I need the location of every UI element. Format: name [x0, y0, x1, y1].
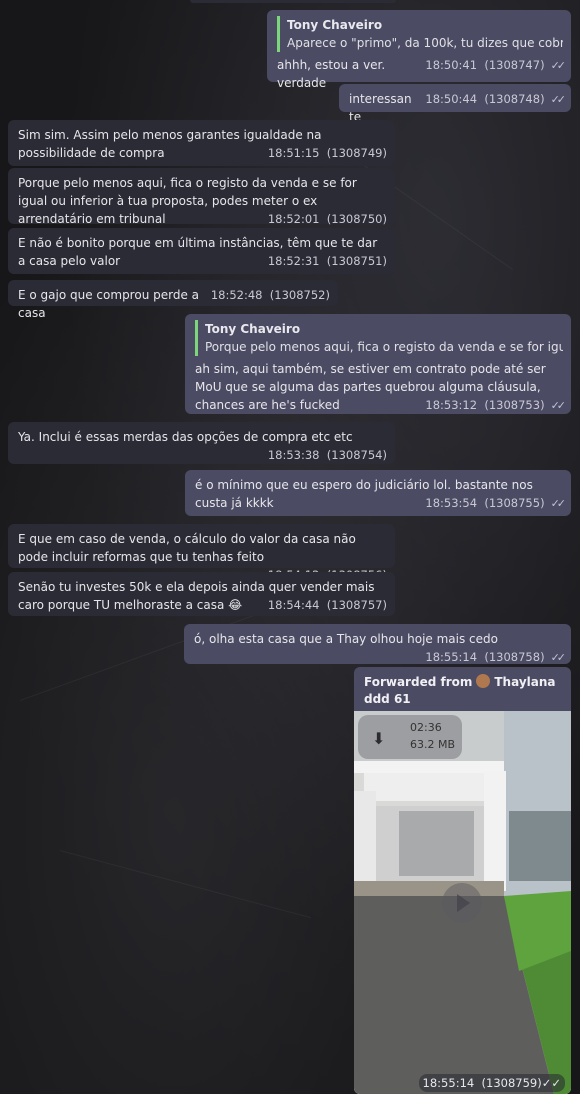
- message-id: (1308759): [481, 1076, 542, 1090]
- reply-quote[interactable]: Tony Chaveiro Aparece o "primo", da 100k…: [277, 16, 563, 52]
- read-receipt-icon: ✓✓: [550, 651, 567, 664]
- message-bubble[interactable]: é o mínimo que eu espero do judiciário l…: [185, 470, 571, 516]
- message-bubble[interactable]: Tony Chaveiro Aparece o "primo", da 100k…: [267, 10, 571, 90]
- message-bubble[interactable]: Porque pelo menos aqui, fica o registo d…: [8, 168, 395, 226]
- message-text: Ya. Inclui é essas merdas das opções de …: [18, 430, 353, 444]
- message-time: 18:52:48: [210, 288, 263, 302]
- message-meta: 18:54:44 (1308757): [268, 596, 387, 614]
- message-time: 18:52:01: [267, 212, 320, 226]
- previous-message-edge: [190, 0, 396, 3]
- read-receipt-icon: ✓✓: [550, 93, 567, 106]
- message-id: (1308757): [326, 598, 387, 612]
- play-icon[interactable]: [442, 883, 482, 923]
- message-time: 18:55:14: [422, 1076, 475, 1090]
- message-meta: 18:52:48 (1308752): [211, 286, 330, 304]
- forwarded-video-message[interactable]: Forwarded from Thaylana ddd 61 ⬇ 02:36 63…: [354, 667, 571, 1094]
- download-icon[interactable]: ⬇: [372, 729, 385, 748]
- message-time: 18:55:14: [425, 650, 478, 664]
- message-bubble[interactable]: E que em caso de venda, o cálculo do val…: [8, 524, 395, 582]
- video-thumbnail[interactable]: ⬇ 02:36 63.2 MB 18:55:14 (1308759)✓✓: [354, 711, 571, 1094]
- message-bubble[interactable]: Sim sim. Assim pelo menos garantes igual…: [8, 120, 395, 166]
- message-meta: 18:53:38 (1308754): [268, 446, 387, 464]
- message-meta: 18:51:15 (1308749): [268, 144, 387, 162]
- message-meta: 18:55:14 (1308758) ✓✓: [425, 648, 567, 667]
- message-time: 18:53:38: [267, 448, 320, 462]
- message-bubble[interactable]: 18:52:48 (1308752) E o gajo que comprou …: [8, 280, 338, 320]
- message-text: ó, olha esta casa que a Thay olhou hoje …: [194, 632, 498, 646]
- message-id: (1308751): [326, 254, 387, 268]
- read-receipt-icon: ✓✓: [550, 399, 567, 412]
- message-meta: 18:50:44 (1308748) ✓✓: [425, 90, 567, 109]
- message-time: 18:54:44: [267, 598, 320, 612]
- message-id: (1308750): [326, 212, 387, 226]
- read-receipt-icon: ✓✓: [550, 497, 567, 510]
- message-time: 18:52:31: [267, 254, 320, 268]
- message-meta: 18:52:01 (1308750): [268, 210, 387, 228]
- reply-author: Tony Chaveiro: [287, 18, 383, 32]
- read-receipt-icon: ✓✓: [541, 1076, 561, 1090]
- message-id: (1308753): [484, 398, 545, 412]
- reply-quote[interactable]: Tony Chaveiro Porque pelo menos aqui, fi…: [195, 320, 563, 356]
- message-text: E que em caso de venda, o cálculo do val…: [18, 532, 360, 564]
- message-meta: 18:53:12 (1308753) ✓✓: [425, 396, 567, 415]
- message-id: (1308752): [269, 288, 330, 302]
- message-meta: 18:50:41 (1308747) ✓✓: [425, 56, 567, 75]
- forwarded-header[interactable]: Forwarded from Thaylana ddd 61: [354, 667, 571, 712]
- message-meta: 18:52:31 (1308751): [268, 252, 387, 270]
- message-time: 18:50:41: [425, 58, 478, 72]
- message-bubble[interactable]: Senão tu investes 50k e ela depois ainda…: [8, 572, 395, 616]
- message-bubble[interactable]: E não é bonito porque em última instânci…: [8, 228, 395, 274]
- message-time: 18:53:54: [425, 496, 478, 510]
- message-time: 18:51:15: [267, 146, 320, 160]
- message-meta: 18:55:14 (1308759)✓✓: [418, 1074, 565, 1092]
- message-id: (1308749): [326, 146, 387, 160]
- reply-text: Porque pelo menos aqui, fica o registo d…: [205, 340, 563, 354]
- download-badge[interactable]: ⬇ 02:36 63.2 MB: [358, 715, 462, 759]
- message-id: (1308758): [484, 650, 545, 664]
- video-size: 63.2 MB: [410, 738, 456, 751]
- message-time: 18:53:12: [425, 398, 478, 412]
- message-bubble[interactable]: ó, olha esta casa que a Thay olhou hoje …: [184, 624, 571, 664]
- message-bubble[interactable]: Tony Chaveiro Porque pelo menos aqui, fi…: [185, 314, 571, 414]
- message-id: (1308748): [484, 92, 545, 106]
- message-meta: 18:53:54 (1308755) ✓✓: [425, 494, 567, 513]
- message-time: 18:50:44: [425, 92, 478, 106]
- forwarded-label: Forwarded from: [364, 675, 473, 689]
- message-id: (1308747): [484, 58, 545, 72]
- reply-author: Tony Chaveiro: [205, 322, 301, 336]
- message-id: (1308755): [484, 496, 545, 510]
- video-duration: 02:36: [410, 721, 442, 734]
- message-bubble[interactable]: Ya. Inclui é essas merdas das opções de …: [8, 422, 395, 464]
- message-bubble[interactable]: 18:50:44 (1308748) ✓✓ interessante: [339, 84, 571, 124]
- reply-text: Aparece o "primo", da 100k, tu dizes que…: [287, 36, 563, 50]
- read-receipt-icon: ✓✓: [550, 59, 567, 72]
- message-id: (1308754): [326, 448, 387, 462]
- avatar: [476, 674, 491, 688]
